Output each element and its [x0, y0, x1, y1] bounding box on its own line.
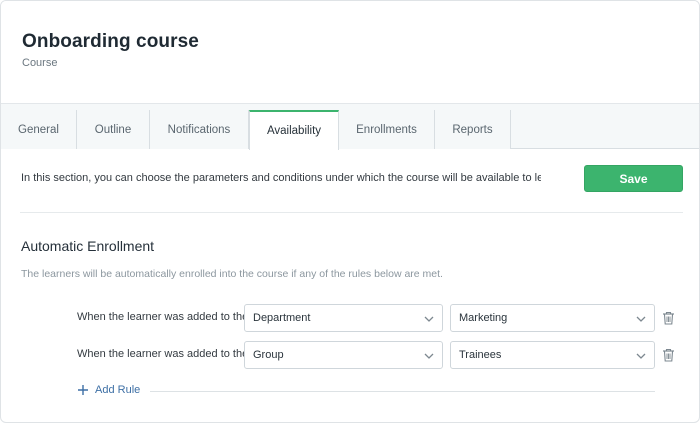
automatic-enrollment-heading: Automatic Enrollment [21, 238, 155, 254]
rule-condition-label: When the learner was added to the [77, 348, 249, 360]
rule-value-text: Marketing [459, 312, 508, 324]
tab-reports[interactable]: Reports [435, 110, 511, 149]
plus-icon [78, 385, 88, 395]
add-rule-button[interactable]: Add Rule [77, 384, 140, 396]
divider [20, 212, 683, 213]
add-rule-label: Add Rule [95, 384, 141, 396]
chevron-down-icon [424, 353, 434, 359]
trash-icon[interactable] [662, 348, 675, 362]
rule-value-select[interactable]: Marketing [450, 304, 655, 332]
section-intro-text: In this section, you can choose the para… [21, 172, 541, 184]
chevron-down-icon [636, 316, 646, 322]
rule-type-value: Group [253, 349, 284, 361]
save-button[interactable]: Save [584, 165, 683, 192]
tab-outline[interactable]: Outline [77, 110, 150, 149]
tab-general[interactable]: General [1, 110, 77, 149]
chevron-down-icon [424, 316, 434, 322]
availability-panel: In this section, you can choose the para… [1, 150, 699, 422]
trash-icon[interactable] [662, 311, 675, 325]
enrollment-rule: When the learner was added to the Group … [1, 341, 699, 369]
automatic-enrollment-description: The learners will be automatically enrol… [21, 268, 443, 280]
chevron-down-icon [636, 353, 646, 359]
page-title: Onboarding course [22, 31, 199, 52]
tab-availability[interactable]: Availability [249, 110, 339, 150]
page-subtitle: Course [22, 57, 58, 69]
tab-enrollments[interactable]: Enrollments [339, 110, 435, 149]
rule-type-value: Department [253, 312, 311, 324]
page-header: Onboarding course Course [1, 1, 699, 104]
course-page: Onboarding course Course General Outline… [0, 0, 700, 423]
tab-notifications[interactable]: Notifications [150, 110, 249, 149]
tab-bar: General Outline Notifications Availabili… [1, 104, 699, 150]
enrollment-rule: When the learner was added to the Depart… [1, 304, 699, 332]
rule-type-select[interactable]: Department [244, 304, 443, 332]
rule-value-text: Trainees [459, 349, 502, 361]
rule-condition-label: When the learner was added to the [77, 311, 249, 323]
rule-value-select[interactable]: Trainees [450, 341, 655, 369]
add-rule-divider [150, 391, 655, 392]
rule-type-select[interactable]: Group [244, 341, 443, 369]
